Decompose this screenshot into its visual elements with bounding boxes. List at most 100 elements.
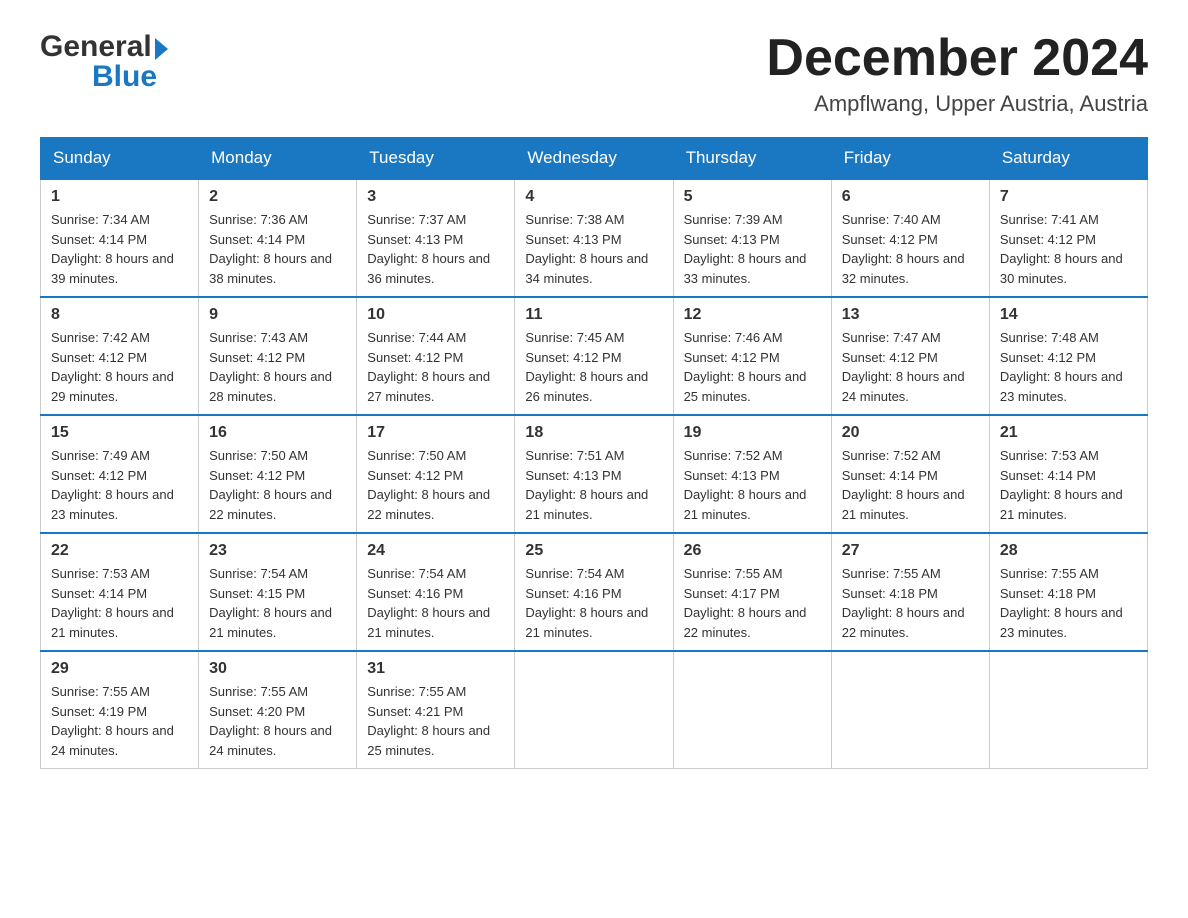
col-sunday: Sunday — [41, 138, 199, 180]
calendar-cell: 20Sunrise: 7:52 AMSunset: 4:14 PMDayligh… — [831, 415, 989, 533]
location-title: Ampflwang, Upper Austria, Austria — [766, 91, 1148, 117]
calendar-cell: 5 Sunrise: 7:39 AMSunset: 4:13 PMDaylight… — [673, 179, 831, 297]
calendar-cell — [831, 651, 989, 769]
title-area: December 2024 Ampflwang, Upper Austria, … — [766, 30, 1148, 117]
day-info: Sunrise: 7:55 AMSunset: 4:21 PMDaylight:… — [367, 684, 490, 758]
day-number: 21 — [1000, 424, 1137, 442]
logo-blue-text: Blue — [92, 60, 157, 94]
day-number: 31 — [367, 660, 504, 678]
day-number: 5 — [684, 188, 821, 206]
day-info: Sunrise: 7:45 AMSunset: 4:12 PMDaylight:… — [525, 330, 648, 404]
day-number: 24 — [367, 542, 504, 560]
week-row-4: 22 Sunrise: 7:53 AMSunset: 4:14 PMDayligh… — [41, 533, 1148, 651]
day-info: Sunrise: 7:51 AMSunset: 4:13 PMDaylight:… — [525, 448, 648, 522]
day-number: 4 — [525, 188, 662, 206]
day-number: 16 — [209, 424, 346, 442]
day-info: Sunrise: 7:42 AMSunset: 4:12 PMDaylight:… — [51, 330, 174, 404]
day-info: Sunrise: 7:34 AMSunset: 4:14 PMDaylight:… — [51, 212, 174, 286]
day-number: 22 — [51, 542, 188, 560]
day-number: 7 — [1000, 188, 1137, 206]
calendar-cell: 30Sunrise: 7:55 AMSunset: 4:20 PMDayligh… — [199, 651, 357, 769]
calendar-cell: 18 Sunrise: 7:51 AMSunset: 4:13 PMDayligh… — [515, 415, 673, 533]
day-number: 1 — [51, 188, 188, 206]
day-number: 23 — [209, 542, 346, 560]
day-info: Sunrise: 7:54 AMSunset: 4:16 PMDaylight:… — [525, 566, 648, 640]
logo-triangle-icon — [155, 38, 168, 60]
day-info: Sunrise: 7:43 AMSunset: 4:12 PMDaylight:… — [209, 330, 332, 404]
col-tuesday: Tuesday — [357, 138, 515, 180]
day-info: Sunrise: 7:39 AMSunset: 4:13 PMDaylight:… — [684, 212, 807, 286]
day-info: Sunrise: 7:40 AMSunset: 4:12 PMDaylight:… — [842, 212, 965, 286]
calendar-cell: 10 Sunrise: 7:44 AMSunset: 4:12 PMDayligh… — [357, 297, 515, 415]
page-header: General Blue December 2024 Ampflwang, Up… — [40, 30, 1148, 117]
day-number: 17 — [367, 424, 504, 442]
day-number: 15 — [51, 424, 188, 442]
day-info: Sunrise: 7:46 AMSunset: 4:12 PMDaylight:… — [684, 330, 807, 404]
col-saturday: Saturday — [989, 138, 1147, 180]
calendar-cell: 2Sunrise: 7:36 AMSunset: 4:14 PMDaylight… — [199, 179, 357, 297]
day-info: Sunrise: 7:55 AMSunset: 4:17 PMDaylight:… — [684, 566, 807, 640]
day-info: Sunrise: 7:41 AMSunset: 4:12 PMDaylight:… — [1000, 212, 1123, 286]
day-number: 6 — [842, 188, 979, 206]
day-info: Sunrise: 7:50 AMSunset: 4:12 PMDaylight:… — [367, 448, 490, 522]
day-info: Sunrise: 7:38 AMSunset: 4:13 PMDaylight:… — [525, 212, 648, 286]
day-info: Sunrise: 7:52 AMSunset: 4:13 PMDaylight:… — [684, 448, 807, 522]
calendar-cell: 12 Sunrise: 7:46 AMSunset: 4:12 PMDayligh… — [673, 297, 831, 415]
week-row-3: 15 Sunrise: 7:49 AMSunset: 4:12 PMDayligh… — [41, 415, 1148, 533]
day-number: 19 — [684, 424, 821, 442]
calendar-cell — [989, 651, 1147, 769]
day-number: 14 — [1000, 306, 1137, 324]
calendar-cell: 21Sunrise: 7:53 AMSunset: 4:14 PMDayligh… — [989, 415, 1147, 533]
col-friday: Friday — [831, 138, 989, 180]
day-info: Sunrise: 7:49 AMSunset: 4:12 PMDaylight:… — [51, 448, 174, 522]
day-number: 8 — [51, 306, 188, 324]
day-number: 18 — [525, 424, 662, 442]
calendar-cell: 3Sunrise: 7:37 AMSunset: 4:13 PMDaylight… — [357, 179, 515, 297]
day-number: 11 — [525, 306, 662, 324]
calendar-table: Sunday Monday Tuesday Wednesday Thursday… — [40, 137, 1148, 769]
calendar-cell: 24Sunrise: 7:54 AMSunset: 4:16 PMDayligh… — [357, 533, 515, 651]
day-number: 29 — [51, 660, 188, 678]
day-info: Sunrise: 7:52 AMSunset: 4:14 PMDaylight:… — [842, 448, 965, 522]
calendar-cell: 25 Sunrise: 7:54 AMSunset: 4:16 PMDayligh… — [515, 533, 673, 651]
col-monday: Monday — [199, 138, 357, 180]
day-number: 9 — [209, 306, 346, 324]
header-row: Sunday Monday Tuesday Wednesday Thursday… — [41, 138, 1148, 180]
calendar-cell: 27 Sunrise: 7:55 AMSunset: 4:18 PMDayligh… — [831, 533, 989, 651]
day-info: Sunrise: 7:55 AMSunset: 4:19 PMDaylight:… — [51, 684, 174, 758]
calendar-cell: 26Sunrise: 7:55 AMSunset: 4:17 PMDayligh… — [673, 533, 831, 651]
day-number: 27 — [842, 542, 979, 560]
day-number: 12 — [684, 306, 821, 324]
calendar-cell: 23 Sunrise: 7:54 AMSunset: 4:15 PMDayligh… — [199, 533, 357, 651]
day-number: 25 — [525, 542, 662, 560]
col-wednesday: Wednesday — [515, 138, 673, 180]
calendar-cell: 9 Sunrise: 7:43 AMSunset: 4:12 PMDaylight… — [199, 297, 357, 415]
day-info: Sunrise: 7:55 AMSunset: 4:20 PMDaylight:… — [209, 684, 332, 758]
day-info: Sunrise: 7:47 AMSunset: 4:12 PMDaylight:… — [842, 330, 965, 404]
day-number: 28 — [1000, 542, 1137, 560]
logo: General Blue — [40, 30, 168, 94]
day-number: 3 — [367, 188, 504, 206]
calendar-cell — [673, 651, 831, 769]
calendar-cell: 14Sunrise: 7:48 AMSunset: 4:12 PMDayligh… — [989, 297, 1147, 415]
day-number: 2 — [209, 188, 346, 206]
week-row-5: 29 Sunrise: 7:55 AMSunset: 4:19 PMDayligh… — [41, 651, 1148, 769]
calendar-cell: 13 Sunrise: 7:47 AMSunset: 4:12 PMDayligh… — [831, 297, 989, 415]
day-number: 10 — [367, 306, 504, 324]
day-info: Sunrise: 7:55 AMSunset: 4:18 PMDaylight:… — [1000, 566, 1123, 640]
day-info: Sunrise: 7:54 AMSunset: 4:15 PMDaylight:… — [209, 566, 332, 640]
calendar-cell: 19 Sunrise: 7:52 AMSunset: 4:13 PMDayligh… — [673, 415, 831, 533]
calendar-cell: 17 Sunrise: 7:50 AMSunset: 4:12 PMDayligh… — [357, 415, 515, 533]
day-info: Sunrise: 7:44 AMSunset: 4:12 PMDaylight:… — [367, 330, 490, 404]
week-row-1: 1 Sunrise: 7:34 AMSunset: 4:14 PMDaylight… — [41, 179, 1148, 297]
calendar-cell: 4 Sunrise: 7:38 AMSunset: 4:13 PMDaylight… — [515, 179, 673, 297]
day-info: Sunrise: 7:53 AMSunset: 4:14 PMDaylight:… — [51, 566, 174, 640]
calendar-cell: 8 Sunrise: 7:42 AMSunset: 4:12 PMDaylight… — [41, 297, 199, 415]
calendar-cell: 11 Sunrise: 7:45 AMSunset: 4:12 PMDayligh… — [515, 297, 673, 415]
logo-general-text: General — [40, 30, 152, 64]
calendar-cell: 16Sunrise: 7:50 AMSunset: 4:12 PMDayligh… — [199, 415, 357, 533]
day-info: Sunrise: 7:55 AMSunset: 4:18 PMDaylight:… — [842, 566, 965, 640]
day-number: 13 — [842, 306, 979, 324]
calendar-cell: 1 Sunrise: 7:34 AMSunset: 4:14 PMDaylight… — [41, 179, 199, 297]
week-row-2: 8 Sunrise: 7:42 AMSunset: 4:12 PMDaylight… — [41, 297, 1148, 415]
